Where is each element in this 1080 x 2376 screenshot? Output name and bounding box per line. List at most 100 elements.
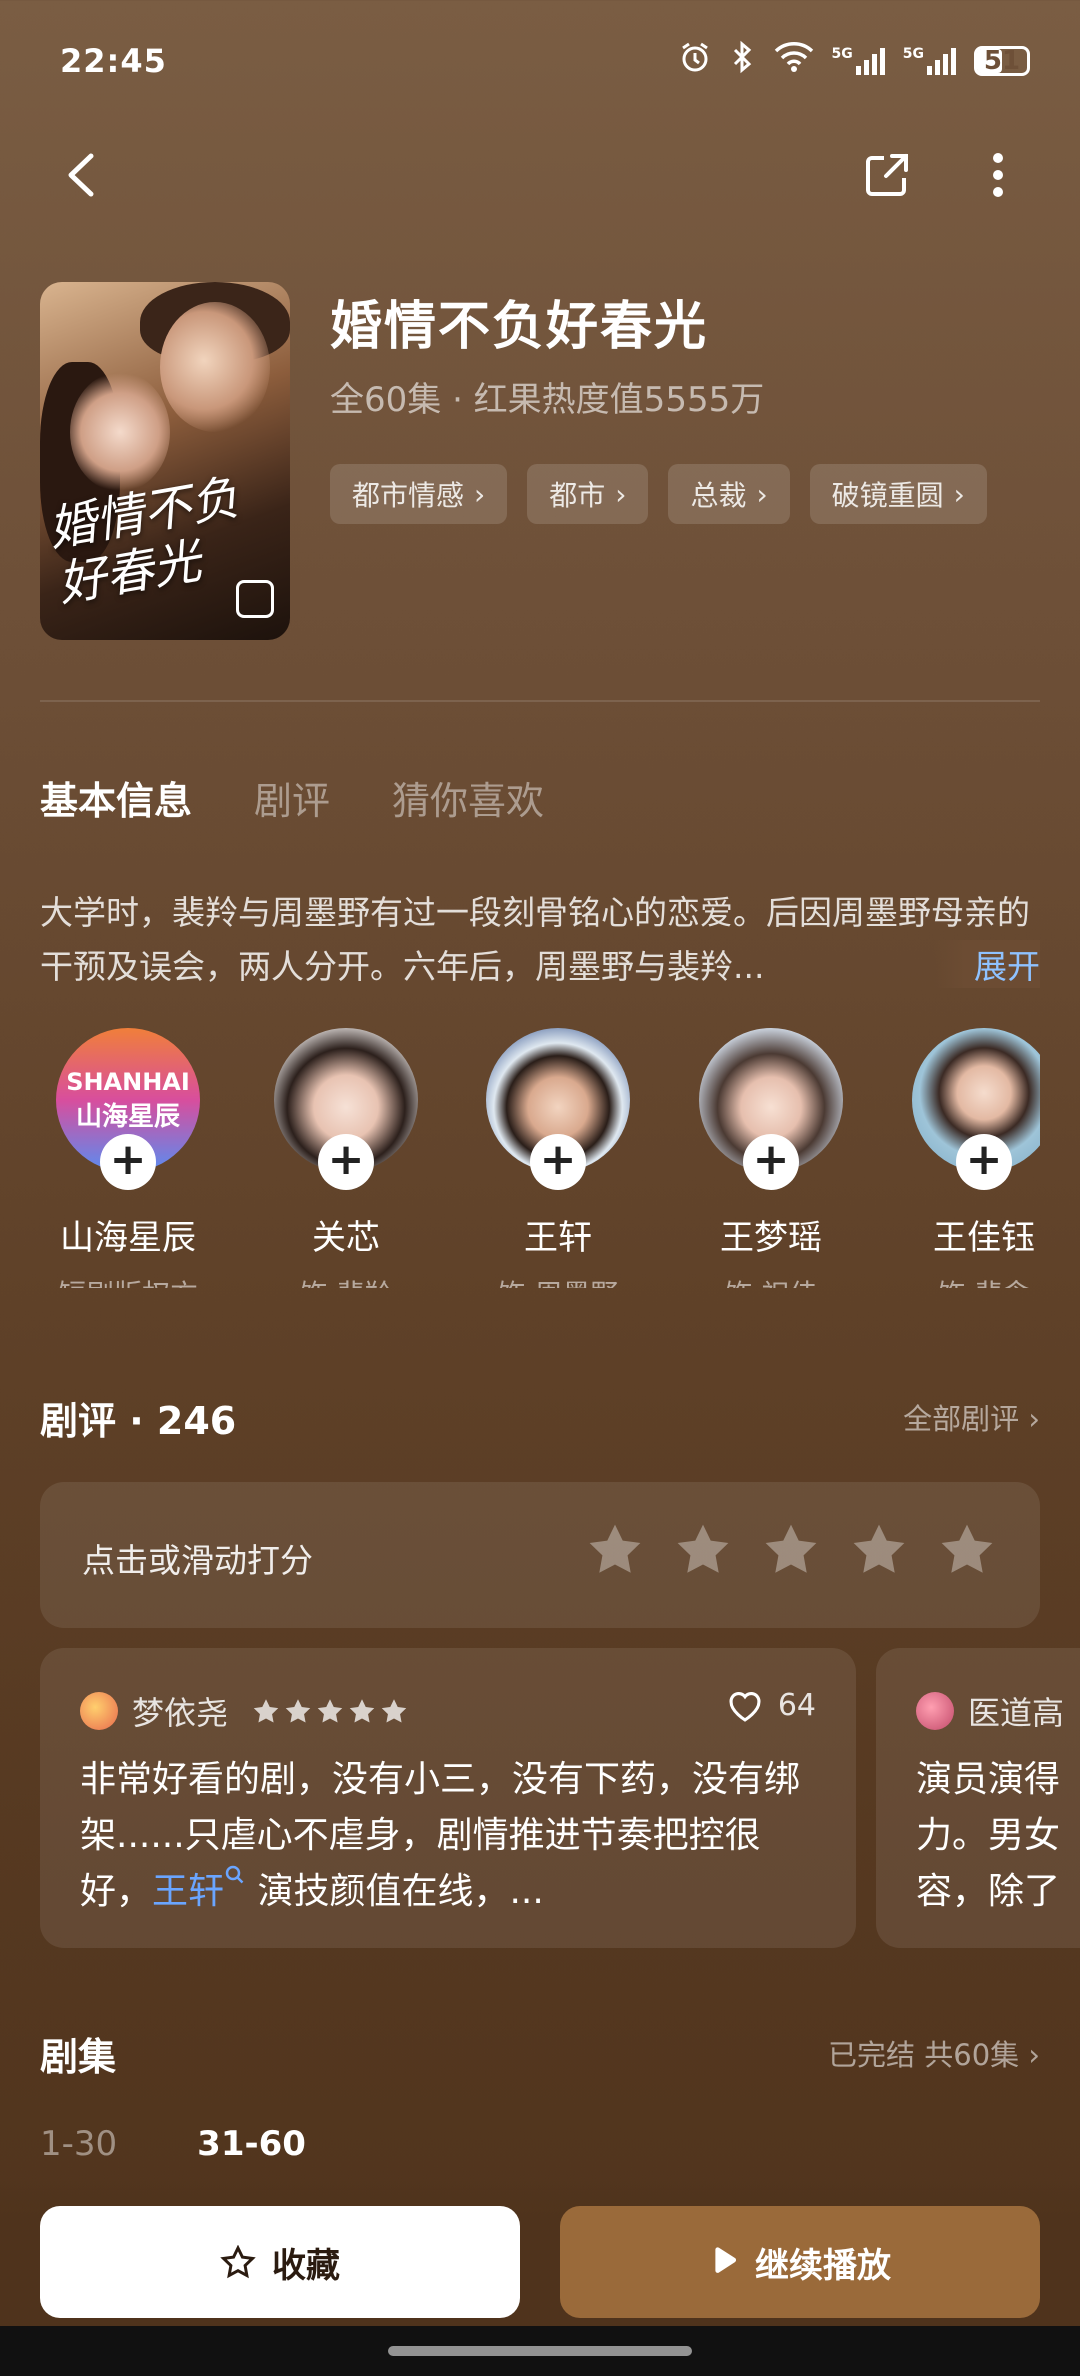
follow-plus-button[interactable]: +: [743, 1134, 799, 1190]
show-meta: 全60集 · 红果热度值5555万: [330, 380, 765, 420]
review-rating: [252, 1698, 408, 1725]
chevron-left-icon: [68, 153, 94, 197]
heart-icon: [729, 1691, 761, 1722]
cast-role: 饰 祝佳: [671, 1273, 871, 1288]
episodes-status-link[interactable]: 已完结 共60集 ›: [828, 2032, 1040, 2074]
cast-member[interactable]: + 王轩 饰 周墨野: [458, 1028, 658, 1288]
signal-icon-1: 5G: [832, 46, 885, 76]
cast-name: 山海星辰: [60, 1218, 196, 1258]
synopsis-text: 大学时，裴羚与周墨野有过一段刻骨铭心的恋爱。后因周墨野母亲的干预及误会，两人分开…: [40, 893, 1030, 986]
cast-role: 饰 裴羚: [246, 1273, 446, 1288]
review-card[interactable]: 梦依尧 64 非常好看的剧，没有小三，没有下药，没有绑架......只虐心不虐身…: [40, 1648, 856, 1948]
actor-mention-link[interactable]: 王轩: [152, 1865, 246, 1912]
avatar: +: [486, 1028, 630, 1190]
cast-name: 关芯: [312, 1218, 380, 1258]
rating-stars[interactable]: [586, 1522, 996, 1578]
episode-range-tab[interactable]: 31-60: [197, 2124, 306, 2164]
bluetooth-icon: [730, 40, 756, 81]
like-count: 64: [777, 1688, 816, 1723]
alarm-icon: [678, 40, 712, 81]
signal-icon-2: 5G: [903, 46, 956, 76]
cast-role: 饰 周墨野: [458, 1273, 658, 1288]
show-poster[interactable]: 婚情不负好春光: [40, 282, 290, 640]
star-icon[interactable]: [674, 1522, 732, 1578]
avatar: [916, 1692, 954, 1730]
chevron-right-icon: ›: [615, 477, 627, 511]
back-button[interactable]: [46, 140, 116, 210]
home-indicator[interactable]: [388, 2346, 692, 2356]
star-icon[interactable]: [762, 1522, 820, 1578]
favorite-button[interactable]: 收藏: [40, 2206, 520, 2318]
follow-plus-button[interactable]: +: [100, 1134, 156, 1190]
share-icon: [866, 154, 908, 196]
rating-prompt: 点击或滑动打分: [82, 1541, 313, 1580]
cast-role: 饰 裴念: [884, 1273, 1040, 1288]
chevron-right-icon: ›: [1028, 1402, 1040, 1436]
tab-basic-info[interactable]: 基本信息: [40, 770, 192, 825]
cast-member[interactable]: + 关芯 饰 裴羚: [246, 1028, 446, 1288]
cast-member[interactable]: + 王梦瑶 饰 祝佳: [671, 1028, 871, 1288]
episode-range-tabs: 1-30 31-60: [40, 2124, 306, 2164]
tag-list: 都市情感 › 都市 › 总裁 › 破镜重圆 ›: [330, 464, 987, 524]
star-icon: [381, 1698, 407, 1722]
cast-member[interactable]: SHANHAI 山海星辰 + 山海星辰 短剧版权方: [40, 1028, 228, 1288]
cast-member[interactable]: + 王佳钰 饰 裴念: [884, 1028, 1040, 1288]
cast-name: 王梦瑶: [720, 1218, 822, 1258]
poster-badge-icon: [236, 580, 274, 618]
star-icon[interactable]: [850, 1522, 908, 1578]
star-icon[interactable]: [938, 1522, 996, 1578]
star-icon: [285, 1698, 311, 1722]
show-title: 婚情不负好春光: [330, 297, 709, 357]
review-username: 梦依尧: [132, 1694, 229, 1732]
status-bar: 22:45 5G 5G 51: [0, 0, 1080, 120]
tag-item[interactable]: 总裁 ›: [668, 464, 790, 524]
star-outline-icon: [220, 2245, 256, 2279]
all-reviews-link[interactable]: 全部剧评 ›: [903, 1396, 1040, 1438]
status-time: 22:45: [60, 42, 167, 80]
play-icon: [715, 2247, 737, 2273]
review-card[interactable]: 医道高 演员演得力。男女容，除了: [876, 1648, 1080, 1948]
follow-plus-button[interactable]: +: [956, 1134, 1012, 1190]
review-user: 梦依尧: [80, 1688, 408, 1734]
share-button[interactable]: [852, 140, 922, 210]
avatar: [80, 1692, 118, 1730]
avatar: +: [274, 1028, 418, 1190]
wifi-icon: [774, 41, 814, 80]
cast-name: 王轩: [524, 1218, 592, 1258]
chevron-right-icon: ›: [474, 477, 486, 511]
more-button[interactable]: [963, 140, 1033, 210]
status-icons: 5G 5G 51: [678, 40, 1030, 81]
tab-reviews[interactable]: 剧评: [254, 770, 330, 825]
reviews-section-title: 剧评 · 246: [40, 1399, 237, 1443]
tab-recommendations[interactable]: 猜你喜欢: [392, 770, 544, 825]
follow-plus-button[interactable]: +: [318, 1134, 374, 1190]
follow-plus-button[interactable]: +: [530, 1134, 586, 1190]
chevron-right-icon: ›: [953, 477, 965, 511]
star-icon: [317, 1698, 343, 1722]
search-icon: [225, 1865, 244, 1884]
cast-name: 王佳钰: [933, 1218, 1035, 1258]
like-button[interactable]: 64: [726, 1688, 816, 1723]
cast-role: 短剧版权方: [40, 1273, 228, 1288]
episodes-section-title: 剧集: [40, 2035, 117, 2079]
more-vertical-icon: [993, 153, 1003, 197]
episode-range-tab[interactable]: 1-30: [40, 2124, 117, 2164]
tag-item[interactable]: 都市 ›: [527, 464, 649, 524]
avatar: SHANHAI 山海星辰 +: [56, 1028, 200, 1190]
rating-input[interactable]: 点击或滑动打分: [40, 1482, 1040, 1628]
avatar: +: [699, 1028, 843, 1190]
chevron-right-icon: ›: [1028, 2038, 1040, 2072]
cast-list: SHANHAI 山海星辰 + 山海星辰 短剧版权方 + 关芯 饰 裴羚 + 王轩…: [40, 1028, 1040, 1288]
chevron-right-icon: ›: [756, 477, 768, 511]
tag-item[interactable]: 破镜重圆 ›: [809, 464, 987, 524]
review-username: 医道高: [968, 1694, 1065, 1732]
divider: [40, 700, 1040, 702]
review-text: 非常好看的剧，没有小三，没有下药，没有绑架......只虐心不虐身，剧情推进节奏…: [80, 1759, 801, 1912]
review-text: 演员演得力。男女容，除了: [916, 1759, 1061, 1912]
star-icon: [349, 1698, 375, 1722]
star-icon[interactable]: [586, 1522, 644, 1578]
tag-item[interactable]: 都市情感 ›: [330, 464, 508, 524]
detail-tabs: 基本信息 剧评 猜你喜欢: [40, 770, 544, 825]
continue-play-button[interactable]: 继续播放: [560, 2206, 1040, 2318]
expand-synopsis-link[interactable]: 展开: [934, 940, 1040, 988]
